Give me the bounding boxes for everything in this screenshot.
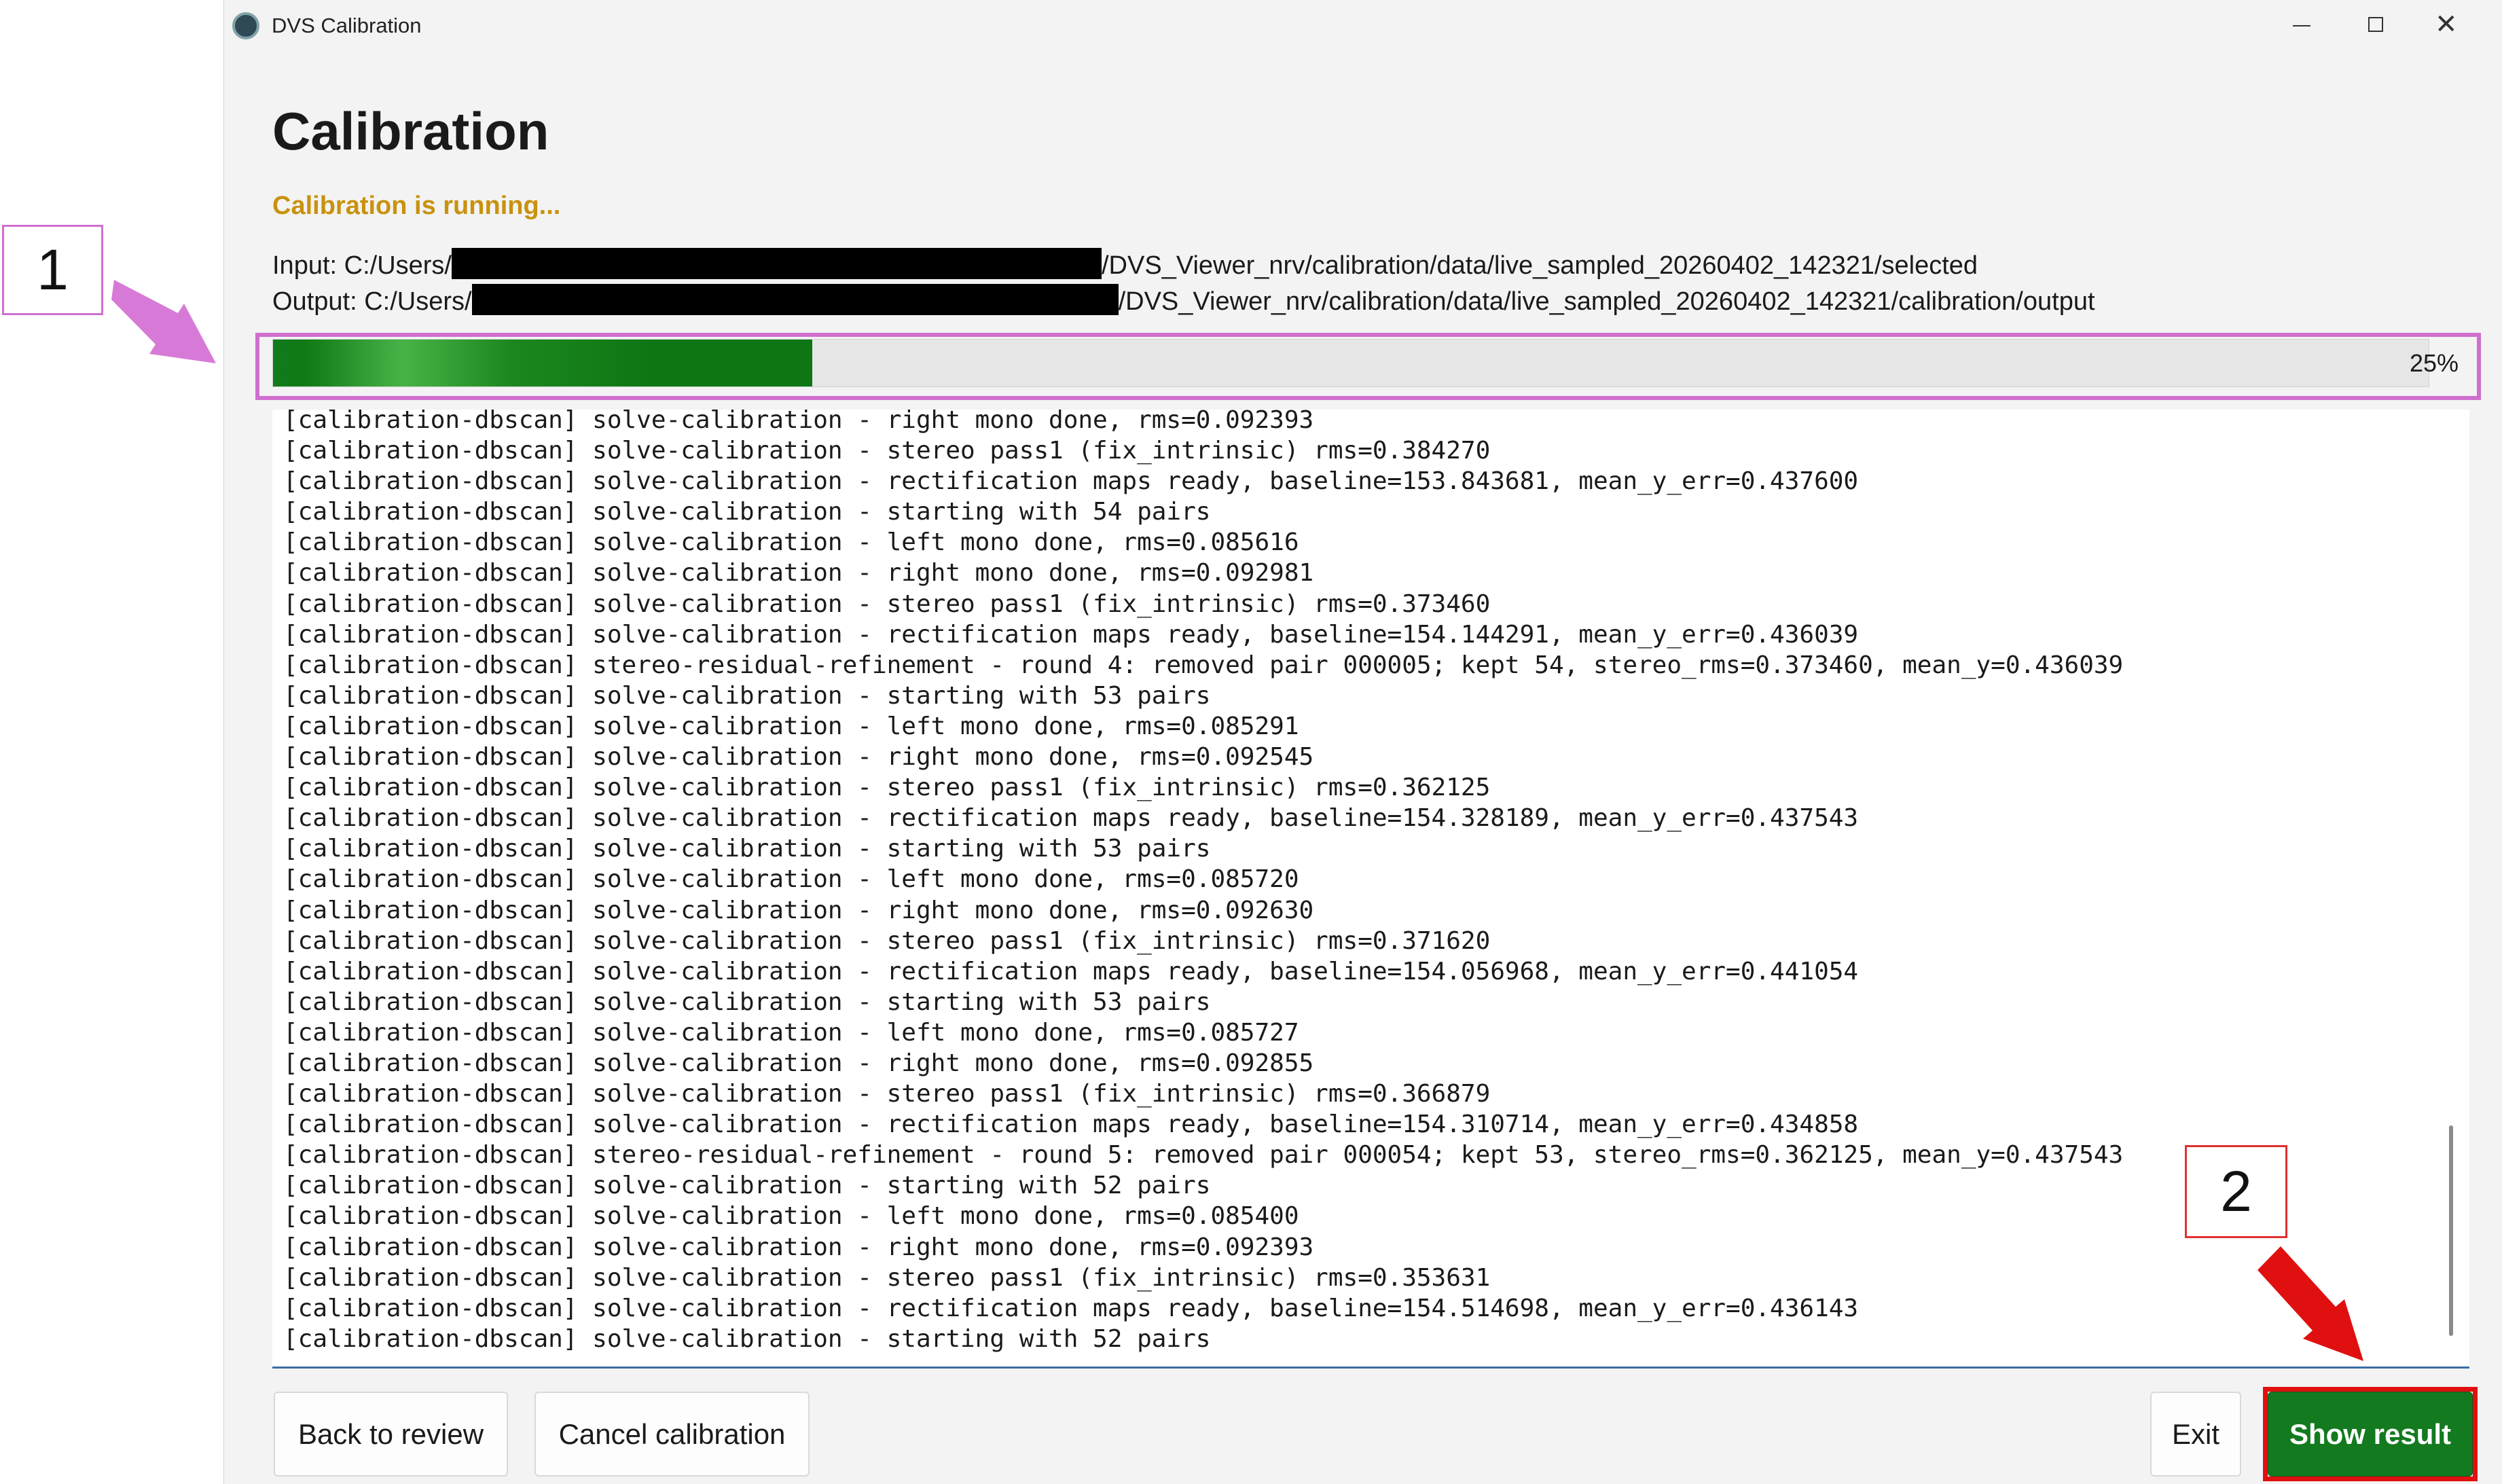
log-line: [calibration-dbscan] solve-calibration -… xyxy=(283,1202,1299,1231)
input-label: Input: xyxy=(272,251,338,280)
log-output[interactable]: [calibration-dbscan] solve-calibration -… xyxy=(272,410,2469,1369)
cancel-calibration-button[interactable]: Cancel calibration xyxy=(534,1392,810,1477)
output-path: Output: C:/Users/ /DVS_Viewer_nrv/calibra… xyxy=(272,284,2095,316)
maximize-icon xyxy=(2368,17,2383,32)
app-logo-icon xyxy=(232,12,259,39)
log-line: [calibration-dbscan] solve-calibration -… xyxy=(283,1049,1314,1077)
log-line: [calibration-dbscan] solve-calibration -… xyxy=(283,835,1211,863)
redaction-box xyxy=(452,248,1102,279)
log-line: [calibration-dbscan] solve-calibration -… xyxy=(283,681,1211,710)
log-line: [calibration-dbscan] solve-calibration -… xyxy=(283,896,1314,924)
exit-button[interactable]: Exit xyxy=(2150,1392,2241,1477)
output-label: Output: xyxy=(272,287,357,316)
log-line: [calibration-dbscan] solve-calibration -… xyxy=(283,559,1314,587)
app-window: DVS Calibration ✕ Calibration Calibratio… xyxy=(223,0,2502,1484)
arrow-1-icon xyxy=(111,280,216,363)
log-line: [calibration-dbscan] solve-calibration -… xyxy=(283,620,1859,649)
log-line: [calibration-dbscan] solve-calibration -… xyxy=(283,1263,1491,1292)
log-line: [calibration-dbscan] stereo-residual-ref… xyxy=(283,651,2124,679)
log-line: [calibration-dbscan] solve-calibration -… xyxy=(283,1233,1314,1261)
log-line: [calibration-dbscan] solve-calibration -… xyxy=(283,743,1314,772)
minimize-button[interactable] xyxy=(2265,0,2340,51)
redaction-box xyxy=(471,284,1119,315)
log-line: [calibration-dbscan] solve-calibration -… xyxy=(283,988,1211,1016)
input-path-suffix: /DVS_Viewer_nrv/calibration/data/live_sa… xyxy=(1102,251,1978,280)
log-lines: [calibration-dbscan] solve-calibration -… xyxy=(283,410,2123,1354)
log-line: [calibration-dbscan] solve-calibration -… xyxy=(283,498,1211,526)
close-icon: ✕ xyxy=(2435,10,2458,39)
window-title: DVS Calibration xyxy=(272,14,422,37)
log-line: [calibration-dbscan] stereo-residual-ref… xyxy=(283,1141,2124,1170)
log-line: [calibration-dbscan] solve-calibration -… xyxy=(283,926,1491,955)
log-line: [calibration-dbscan] solve-calibration -… xyxy=(283,957,1859,985)
log-line: [calibration-dbscan] solve-calibration -… xyxy=(283,410,1314,434)
output-path-suffix: /DVS_Viewer_nrv/calibration/data/live_sa… xyxy=(1118,287,2095,316)
status-text: Calibration is running... xyxy=(272,192,561,220)
log-line: [calibration-dbscan] solve-calibration -… xyxy=(283,1294,1859,1322)
input-path-prefix: C:/Users/ xyxy=(344,251,452,280)
minimize-icon xyxy=(2293,25,2310,26)
title-bar[interactable]: DVS Calibration ✕ xyxy=(224,0,2502,51)
log-line: [calibration-dbscan] solve-calibration -… xyxy=(283,1080,1491,1108)
progress-percent: 25% xyxy=(2410,349,2459,377)
log-line: [calibration-dbscan] solve-calibration -… xyxy=(283,1172,1211,1200)
log-line: [calibration-dbscan] solve-calibration -… xyxy=(283,712,1299,740)
log-line: [calibration-dbscan] solve-calibration -… xyxy=(283,467,1859,496)
input-path: Input: C:/Users/ /DVS_Viewer_nrv/calibrat… xyxy=(272,248,1978,280)
maximize-button[interactable] xyxy=(2340,0,2414,51)
back-to-review-button[interactable]: Back to review xyxy=(274,1392,508,1477)
log-line: [calibration-dbscan] solve-calibration -… xyxy=(283,774,1491,802)
progress-bar xyxy=(272,339,2429,387)
log-line: [calibration-dbscan] solve-calibration -… xyxy=(283,437,1491,465)
log-line: [calibration-dbscan] solve-calibration -… xyxy=(283,1018,1299,1047)
callout-2: 2 xyxy=(2185,1145,2287,1238)
log-scrollbar[interactable] xyxy=(2449,1125,2453,1336)
progress-fill xyxy=(273,340,812,386)
log-line: [calibration-dbscan] solve-calibration -… xyxy=(283,804,1859,833)
log-line: [calibration-dbscan] solve-calibration -… xyxy=(283,865,1299,894)
close-button[interactable]: ✕ xyxy=(2414,0,2489,51)
show-result-highlight-frame xyxy=(2263,1387,2478,1481)
log-line: [calibration-dbscan] solve-calibration -… xyxy=(283,1324,1211,1353)
output-path-prefix: C:/Users/ xyxy=(364,287,472,316)
callout-1: 1 xyxy=(2,225,103,315)
page-title: Calibration xyxy=(272,101,549,161)
log-line: [calibration-dbscan] solve-calibration -… xyxy=(283,590,1491,618)
log-line: [calibration-dbscan] solve-calibration -… xyxy=(283,528,1299,557)
log-line: [calibration-dbscan] solve-calibration -… xyxy=(283,1110,1859,1139)
